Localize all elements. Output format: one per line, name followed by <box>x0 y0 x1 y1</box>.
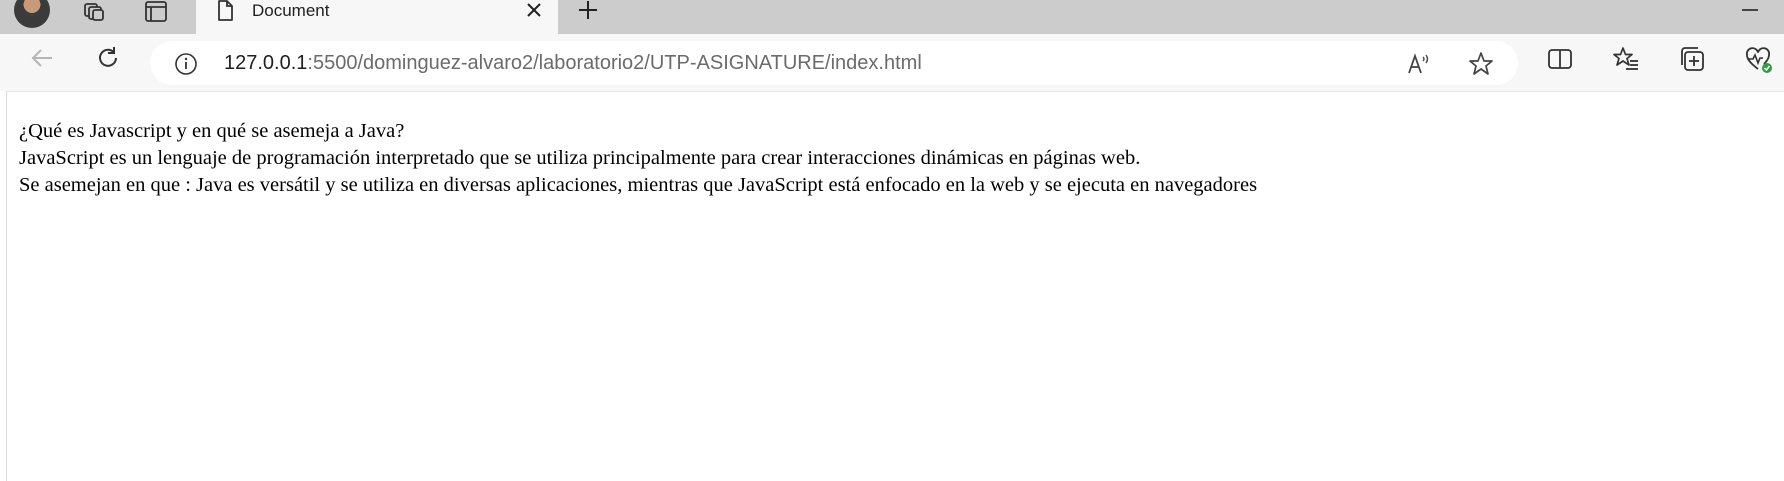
tab-actions-icon[interactable] <box>142 0 170 24</box>
url-text[interactable]: 127.0.0.1:5500/dominguez-alvaro2/laborat… <box>224 52 922 74</box>
close-icon[interactable] <box>524 1 544 21</box>
address-bar[interactable]: 127.0.0.1:5500/dominguez-alvaro2/laborat… <box>150 41 1518 85</box>
split-screen-icon[interactable] <box>1546 45 1574 73</box>
browser-window: Document 127.0.0.1:5500/dominguez-alvaro… <box>0 0 1784 481</box>
workspaces-icon[interactable] <box>80 0 108 24</box>
document-icon <box>214 0 236 22</box>
collections-icon[interactable] <box>1678 45 1706 73</box>
url-path: :5500/dominguez-alvaro2/laboratorio2/UTP… <box>307 52 922 74</box>
minimize-icon[interactable] <box>1738 0 1762 20</box>
tab-document[interactable]: Document <box>196 0 558 34</box>
read-aloud-icon[interactable] <box>1406 51 1432 77</box>
plus-icon[interactable] <box>576 0 600 24</box>
page-viewport: ¿Qué es Javascript y en qué se asemeja a… <box>6 91 1784 481</box>
url-host: 127.0.0.1 <box>224 52 308 74</box>
tab-title: Document <box>252 1 330 20</box>
star-icon[interactable] <box>1468 51 1494 77</box>
info-icon[interactable] <box>174 52 198 76</box>
profile-avatar[interactable] <box>14 0 50 28</box>
heart-pulse-icon[interactable] <box>1744 45 1772 73</box>
favorites-icon[interactable] <box>1612 45 1640 73</box>
back-arrow-icon[interactable] <box>24 40 60 76</box>
javascript-definition: JavaScript es un lenguaje de programació… <box>19 147 1141 169</box>
tab-strip: Document <box>0 0 1784 34</box>
toolbar: 127.0.0.1:5500/dominguez-alvaro2/laborat… <box>0 34 1784 91</box>
refresh-icon[interactable] <box>90 40 126 76</box>
question-heading: ¿Qué es Javascript y en qué se asemeja a… <box>19 120 405 142</box>
page-content: ¿Qué es Javascript y en qué se asemeja a… <box>19 118 1257 199</box>
similarity-text: Se asemejan en que : Java es versátil y … <box>19 174 1258 196</box>
